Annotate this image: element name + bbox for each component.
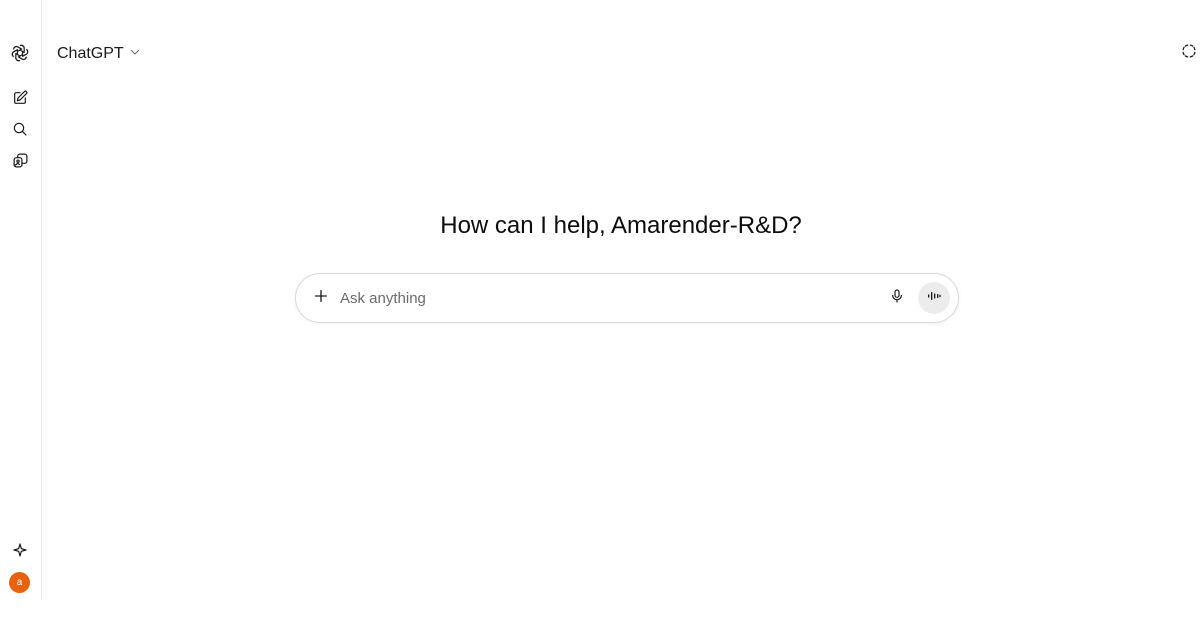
temporary-chat-button[interactable] (1178, 42, 1200, 64)
explore-gpts-button[interactable] (8, 538, 32, 562)
new-chat-button[interactable] (8, 86, 32, 110)
prompt-input[interactable] (340, 286, 860, 310)
library-icon (12, 152, 29, 169)
edit-icon (12, 90, 28, 106)
attach-button[interactable] (309, 286, 333, 310)
dictate-button[interactable] (886, 287, 908, 309)
sidebar-rail: a (0, 0, 42, 600)
sparkle-icon (12, 542, 28, 558)
plus-icon (313, 288, 329, 309)
library-button[interactable] (8, 148, 32, 172)
audio-wave-icon (926, 288, 942, 309)
avatar-initial: a (16, 577, 23, 588)
prompt-composer (295, 273, 959, 323)
voice-mode-button[interactable] (918, 282, 950, 314)
openai-logo-icon[interactable] (8, 41, 32, 65)
page-title: How can I help, Amarender-R&D? (440, 212, 802, 239)
search-chats-button[interactable] (8, 117, 32, 141)
dashed-circle-icon (1181, 43, 1197, 64)
chevron-down-icon (129, 45, 141, 63)
avatar[interactable]: a (9, 572, 30, 593)
model-name: ChatGPT (57, 45, 124, 62)
search-icon (12, 121, 28, 137)
app-window: a ChatGPT How can I help, Amarender-R&D?… (0, 0, 1200, 628)
microphone-icon (889, 288, 905, 309)
model-switcher[interactable]: ChatGPT (57, 42, 141, 66)
